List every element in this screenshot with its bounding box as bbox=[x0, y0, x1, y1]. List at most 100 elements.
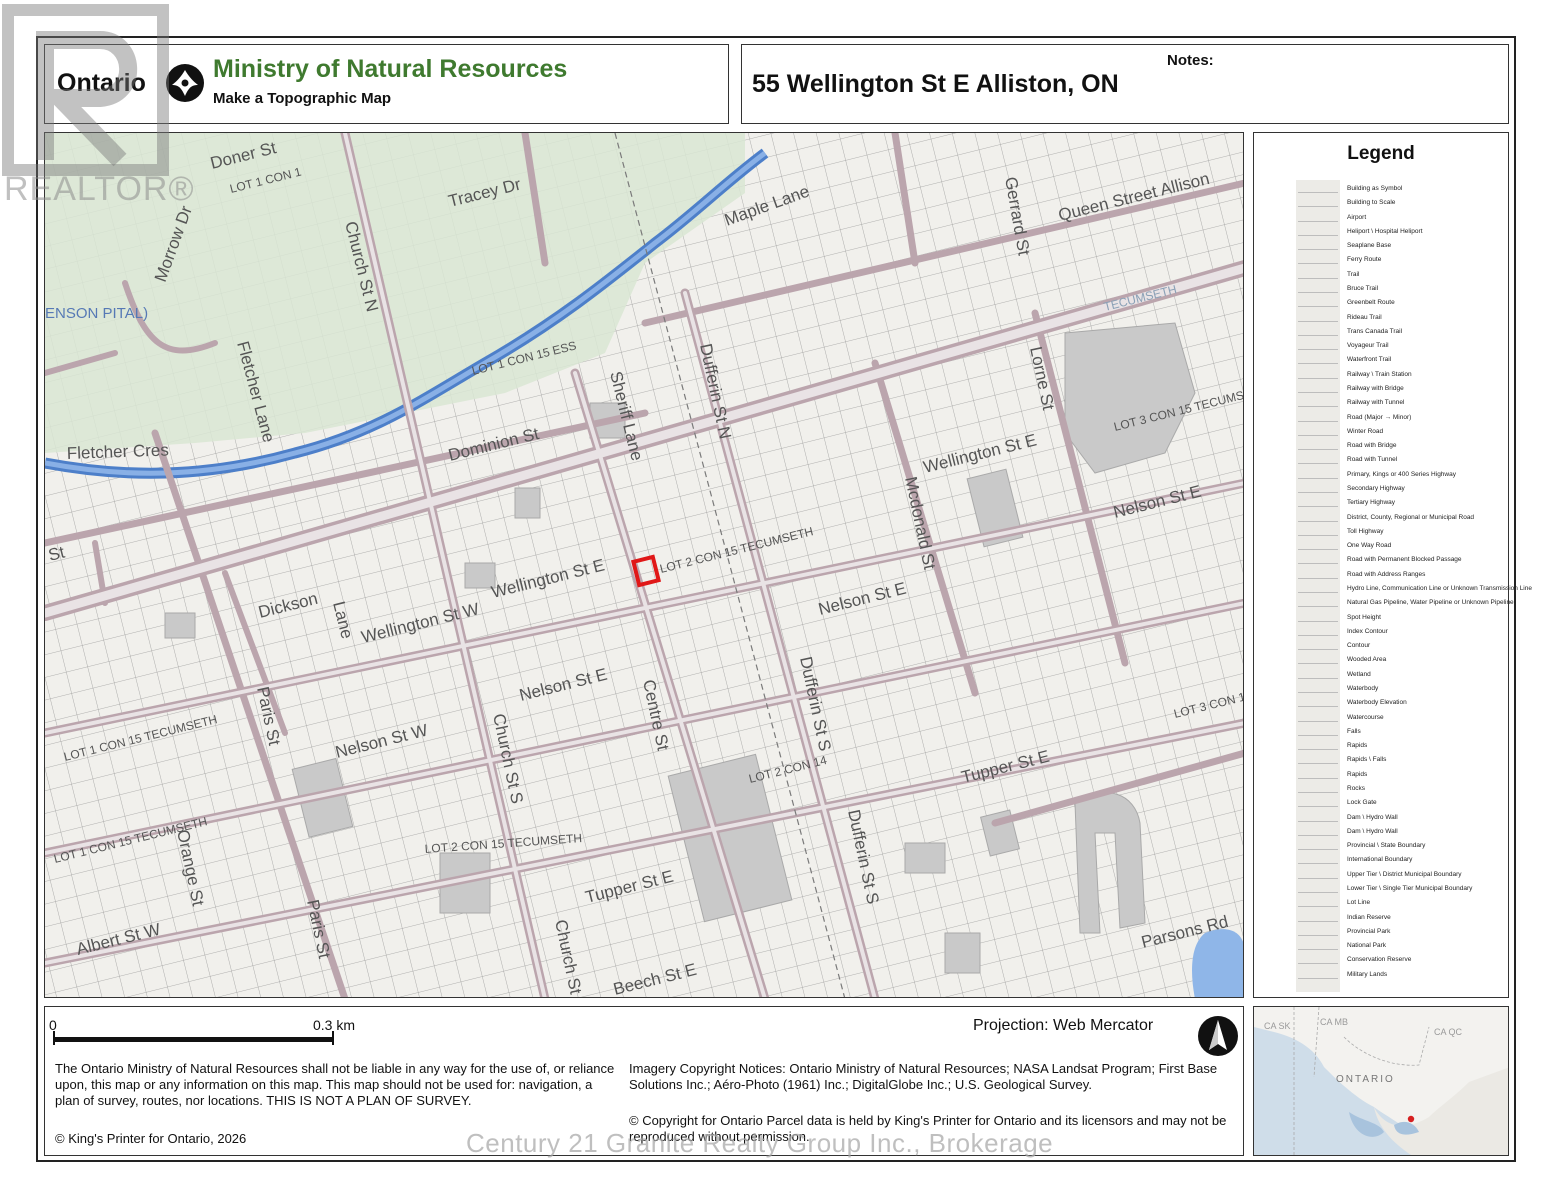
legend-symbol bbox=[1298, 255, 1338, 265]
legend-item-label: Waterbody bbox=[1347, 685, 1379, 692]
legend-item-label: Airport bbox=[1347, 213, 1367, 221]
legend-item-label: Falls bbox=[1347, 727, 1361, 735]
inset-label: ONTARIO bbox=[1336, 1074, 1395, 1085]
legend-item-label: Dam \ Hydro Wall bbox=[1347, 813, 1398, 821]
legend-item-label: Indian Reserve bbox=[1347, 913, 1391, 921]
legend-symbol bbox=[1298, 455, 1338, 465]
legend-symbol bbox=[1298, 641, 1338, 651]
locator-inset-map: CA SK CA MB CA QC ONTARIO bbox=[1253, 1006, 1509, 1156]
legend-symbol bbox=[1298, 613, 1338, 622]
legend-symbol bbox=[1298, 770, 1338, 779]
legend-item-label: Road with Tunnel bbox=[1347, 456, 1398, 464]
map-canvas: Doner St Tracey Dr Morrow Dr Church St N… bbox=[45, 133, 1243, 997]
scale-bar bbox=[53, 1037, 333, 1042]
legend-item-label: Provincial \ State Boundary bbox=[1347, 842, 1426, 850]
legend-item-label: Heliport \ Hospital Heliport bbox=[1347, 227, 1423, 235]
imagery-copyright: Imagery Copyright Notices: Ontario Minis… bbox=[629, 1061, 1218, 1092]
legend-symbol bbox=[1298, 741, 1338, 751]
inset-label: CA SK bbox=[1264, 1021, 1291, 1031]
legend-symbol bbox=[1298, 370, 1338, 379]
legend-item-label: Greenbelt Route bbox=[1347, 299, 1395, 307]
legend-item-label: Spot Height bbox=[1347, 613, 1381, 621]
legend-symbol bbox=[1298, 184, 1338, 193]
legend-item-label: Upper Tier \ District Municipal Boundary bbox=[1347, 870, 1462, 878]
street-label: Fletcher Cres bbox=[66, 440, 169, 463]
legend-symbol bbox=[1298, 355, 1338, 365]
legend-item-label: One Way Road bbox=[1347, 542, 1392, 550]
legend-symbol bbox=[1298, 655, 1338, 665]
legend-item-label: Dam \ Hydro Wall bbox=[1347, 827, 1398, 835]
legend-symbol bbox=[1298, 298, 1338, 308]
legend-item-label: Bruce Trail bbox=[1347, 285, 1379, 292]
legend-item-label: Waterfront Trail bbox=[1347, 356, 1392, 364]
inset-canvas: CA SK CA MB CA QC ONTARIO bbox=[1254, 1007, 1508, 1155]
legend-item-label: Railway with Tunnel bbox=[1347, 399, 1405, 407]
legend-symbol bbox=[1298, 498, 1338, 508]
legend-symbol bbox=[1298, 855, 1338, 865]
legend-item-label: Tertiary Highway bbox=[1347, 499, 1396, 507]
legend-item-label: Lot Line bbox=[1347, 899, 1371, 907]
legend-item-label: Voyageur Trail bbox=[1347, 342, 1389, 350]
scale-end-label: 0.3 km bbox=[313, 1017, 356, 1033]
topographic-map[interactable]: Doner St Tracey Dr Morrow Dr Church St N… bbox=[44, 132, 1244, 998]
legend-item-label: Rapids \ Falls bbox=[1347, 756, 1387, 764]
legend-item-label: Building to Scale bbox=[1347, 199, 1396, 207]
legend-symbol bbox=[1298, 970, 1338, 979]
legend-item-label: International Boundary bbox=[1347, 856, 1413, 864]
legend-symbol bbox=[1298, 841, 1338, 851]
legend-item-label: Lock Gate bbox=[1347, 799, 1377, 807]
realtor-watermark: REALTOR® bbox=[4, 170, 195, 208]
legend-symbol bbox=[1298, 898, 1338, 908]
legend-symbol bbox=[1298, 798, 1338, 808]
legend-symbol bbox=[1298, 670, 1338, 679]
liability-disclaimer: The Ontario Ministry of Natural Resource… bbox=[55, 1061, 615, 1108]
legend-symbol bbox=[1298, 727, 1338, 736]
legend-symbol bbox=[1298, 527, 1338, 536]
legend-item-label: Railway with Bridge bbox=[1347, 385, 1404, 392]
legend-symbol bbox=[1298, 698, 1338, 708]
lot-label: ENSON PITAL) bbox=[45, 305, 148, 322]
legend-symbol bbox=[1298, 413, 1338, 422]
legend-symbol bbox=[1298, 784, 1338, 793]
projection-label: Projection: Web Mercator bbox=[973, 1017, 1154, 1034]
legend-symbol bbox=[1298, 584, 1338, 593]
legend-item-label: Road (Major → Minor) bbox=[1347, 413, 1412, 421]
legend-item-label: Seaplane Base bbox=[1347, 242, 1392, 250]
legend-item-label: Rapids bbox=[1347, 742, 1368, 750]
pond bbox=[1192, 929, 1243, 997]
legend-item-label: Watercourse bbox=[1347, 713, 1384, 721]
legend-item-label: Trail bbox=[1347, 270, 1360, 278]
legend-item-label: Road with Address Ranges bbox=[1347, 570, 1426, 578]
legend-item-label: Road with Permanent Blocked Passage bbox=[1347, 556, 1462, 564]
legend-item-label: Index Contour bbox=[1347, 627, 1388, 635]
legend-item-label: Lower Tier \ Single Tier Municipal Bound… bbox=[1347, 885, 1473, 892]
legend-symbol bbox=[1298, 870, 1338, 879]
legend-symbol bbox=[1298, 341, 1338, 351]
legend-symbol bbox=[1298, 398, 1338, 408]
scale-tick bbox=[332, 1031, 334, 1045]
legend-symbol bbox=[1298, 713, 1338, 722]
address-panel: 55 Wellington St E Alliston, ON Notes: bbox=[741, 44, 1509, 124]
legend-symbol bbox=[1298, 627, 1338, 636]
legend-item-label: Ferry Route bbox=[1347, 256, 1382, 264]
legend-item-label: Contour bbox=[1347, 642, 1371, 650]
legend-symbol bbox=[1298, 198, 1338, 208]
legend-item-label: Building as Symbol bbox=[1347, 185, 1403, 192]
legend-item-label: Rapids bbox=[1347, 770, 1368, 778]
inset-label: CA QC bbox=[1434, 1027, 1463, 1037]
legend-symbol bbox=[1298, 570, 1338, 579]
kings-printer-notice: © King's Printer for Ontario, 2026 bbox=[55, 1131, 247, 1146]
legend-symbol bbox=[1298, 213, 1338, 222]
legend-symbol bbox=[1298, 284, 1338, 293]
legend-title: Legend bbox=[1347, 143, 1415, 164]
legend-symbol bbox=[1298, 470, 1338, 479]
legend-item-label: Toll Highway bbox=[1347, 527, 1384, 535]
legend-symbol bbox=[1298, 813, 1338, 822]
legend-item-label: Trans Canada Trail bbox=[1347, 327, 1403, 335]
property-address: 55 Wellington St E Alliston, ON bbox=[752, 70, 1119, 98]
legend-symbol bbox=[1298, 827, 1338, 836]
legend-item-label: District, County, Regional or Municipal … bbox=[1347, 513, 1475, 521]
legend-symbol bbox=[1298, 555, 1338, 565]
legend-symbol bbox=[1298, 241, 1338, 251]
legend-item-label: Rocks bbox=[1347, 785, 1366, 792]
